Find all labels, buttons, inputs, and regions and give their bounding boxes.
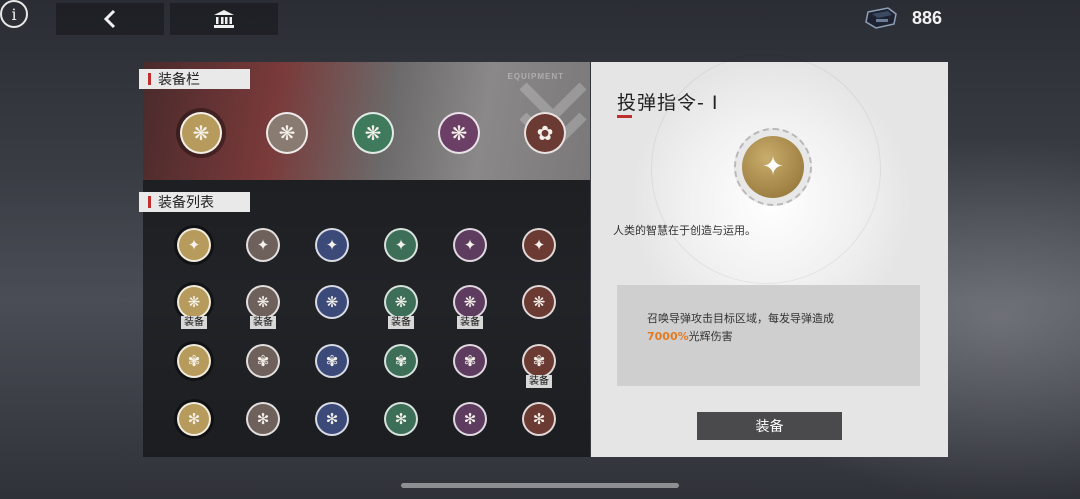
equipment-emblem-icon: ✻ — [522, 402, 556, 436]
equipment-list-item[interactable]: ✻ — [519, 399, 559, 439]
equipped-tag: 装备 — [457, 316, 483, 329]
home-indicator[interactable] — [401, 483, 679, 488]
description-line-1: 召唤导弹攻击目标区域，每发导弹造成 — [647, 312, 834, 325]
item-large-icon: ✦ — [734, 128, 812, 206]
item-flavor-text: 人类的智慧在于创造与运用。 — [613, 224, 756, 237]
equipment-list-item[interactable]: ✾ 装备 — [519, 341, 559, 388]
equipment-watermark-text: EQUIPMENT — [507, 72, 564, 81]
equipment-emblem-icon: ✦ — [522, 228, 556, 262]
equipment-list-item[interactable]: ❋ — [519, 282, 559, 322]
equipment-slot[interactable]: ❋ — [348, 108, 398, 158]
equipment-emblem-icon: ❋ — [180, 112, 222, 154]
equipment-list-item[interactable]: ✾ — [312, 341, 352, 381]
equipment-emblem-icon: ❋ — [438, 112, 480, 154]
equipment-emblem-icon: ✻ — [315, 402, 349, 436]
equipment-list-item[interactable]: ✻ — [381, 399, 421, 439]
equipment-slot[interactable]: ❋ — [434, 108, 484, 158]
equipment-emblem-icon: ✻ — [453, 402, 487, 436]
equipped-tag: 装备 — [181, 316, 207, 329]
equipment-list-item[interactable]: ✦ — [243, 225, 283, 265]
equipment-emblem-icon: ✾ — [453, 344, 487, 378]
equipment-emblem-icon: ✦ — [384, 228, 418, 262]
equipment-bar-label-text: 装备栏 — [158, 72, 200, 88]
equipment-emblem-icon: ✦ — [315, 228, 349, 262]
damage-percent: 7000% — [647, 330, 689, 343]
equipment-list-item[interactable]: ✦ — [174, 225, 214, 265]
equipment-slot[interactable]: ✿ — [520, 108, 570, 158]
museum-icon — [214, 10, 234, 28]
equipment-list-item[interactable]: ✾ — [174, 341, 214, 381]
detail-panel: 投弹指令- I ✦ 人类的智慧在于创造与运用。 召唤导弹攻击目标区域，每发导弹造… — [591, 54, 948, 457]
back-button[interactable] — [56, 3, 164, 35]
equipment-emblem-icon: ✦ — [453, 228, 487, 262]
equipment-list-item[interactable]: ✻ — [312, 399, 352, 439]
equipment-list-item[interactable]: ❋ 装备 — [174, 282, 214, 329]
equipment-emblem-icon: ❋ — [453, 285, 487, 319]
equipment-list-item[interactable]: ❋ — [312, 282, 352, 322]
equipment-emblem-icon: ✻ — [384, 402, 418, 436]
equipment-list-item[interactable]: ✻ — [243, 399, 283, 439]
equipment-list-item[interactable]: ✾ — [381, 341, 421, 381]
museum-button[interactable] — [170, 3, 278, 35]
equipment-emblem-icon: ✻ — [177, 402, 211, 436]
title-accent — [617, 115, 632, 118]
equipped-tag: 装备 — [526, 375, 552, 388]
equipment-emblem-icon: ✾ — [522, 344, 556, 378]
equipment-list-item[interactable]: ❋ 装备 — [243, 282, 283, 329]
item-title: 投弹指令- I — [617, 92, 719, 114]
label-accent — [148, 196, 151, 208]
equipment-emblem-icon: ❋ — [384, 285, 418, 319]
equipment-list-item[interactable]: ✾ — [450, 341, 490, 381]
equipment-emblem-icon: ✦ — [177, 228, 211, 262]
info-icon[interactable]: i — [0, 0, 28, 28]
equipment-bar-label: 装备栏 — [139, 69, 250, 89]
equipment-emblem-icon: ✾ — [246, 344, 280, 378]
equipment-list-item[interactable]: ✻ — [450, 399, 490, 439]
damage-type: 光辉伤害 — [688, 330, 733, 343]
equipment-emblem-icon: ✻ — [246, 402, 280, 436]
label-accent — [148, 73, 151, 85]
equipped-tag: 装备 — [388, 316, 414, 329]
equipment-list-item[interactable]: ❋ 装备 — [450, 282, 490, 329]
equipment-list-item[interactable]: ✦ — [519, 225, 559, 265]
equipment-emblem-icon: ❋ — [315, 285, 349, 319]
equipment-list-item[interactable]: ✦ — [381, 225, 421, 265]
equipment-list-item[interactable]: ✦ — [312, 225, 352, 265]
equipment-list-item[interactable]: ✻ — [174, 399, 214, 439]
missile-icon: ✦ — [742, 136, 804, 198]
chevron-left-icon — [103, 9, 116, 29]
equip-button[interactable]: 装备 — [697, 412, 842, 440]
description-line-2: 7000%光辉伤害 — [647, 328, 733, 344]
item-description-box: 召唤导弹攻击目标区域，每发导弹造成 7000%光辉伤害 — [617, 285, 920, 386]
equipment-emblem-icon: ❋ — [246, 285, 280, 319]
equipment-emblem-icon: ❋ — [522, 285, 556, 319]
equipment-emblem-icon: ✾ — [315, 344, 349, 378]
currency-display: 886 — [864, 4, 942, 32]
equipment-emblem-icon: ✾ — [177, 344, 211, 378]
equipment-emblem-icon: ❋ — [352, 112, 394, 154]
equipment-slot[interactable]: ❋ — [176, 108, 226, 158]
equipment-emblem-icon: ✿ — [524, 112, 566, 154]
chip-device-icon — [865, 7, 897, 29]
equipment-emblem-icon: ❋ — [177, 285, 211, 319]
equipment-list-item[interactable]: ✦ — [450, 225, 490, 265]
equipment-emblem-icon: ❋ — [266, 112, 308, 154]
equipped-tag: 装备 — [250, 316, 276, 329]
equipment-list-item[interactable]: ❋ 装备 — [381, 282, 421, 329]
equipment-slot[interactable]: ❋ — [262, 108, 312, 158]
equipment-list-item[interactable]: ✾ — [243, 341, 283, 381]
equipment-emblem-icon: ✦ — [246, 228, 280, 262]
equipment-list-label: 装备列表 — [139, 192, 250, 212]
currency-value: 886 — [912, 7, 943, 28]
equipment-emblem-icon: ✾ — [384, 344, 418, 378]
equipment-list-label-text: 装备列表 — [158, 195, 214, 211]
